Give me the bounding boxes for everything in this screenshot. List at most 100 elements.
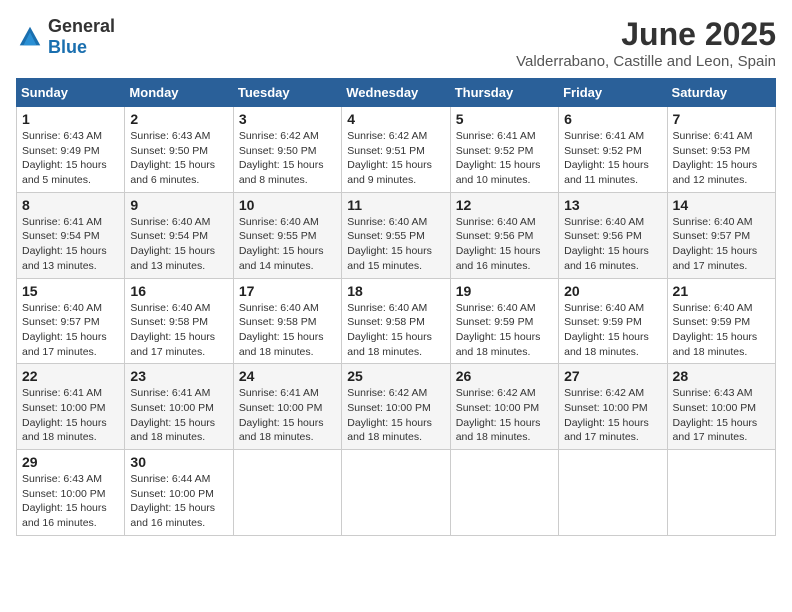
logo-text: General Blue — [48, 16, 115, 58]
calendar-cell: 13 Sunrise: 6:40 AMSunset: 9:56 PMDayligh… — [559, 192, 667, 278]
calendar-cell: 27Sunrise: 6:42 AMSunset: 10:00 PMDaylig… — [559, 364, 667, 450]
calendar-cell — [667, 450, 775, 536]
calendar-cell: 11 Sunrise: 6:40 AMSunset: 9:55 PMDayligh… — [342, 192, 450, 278]
day-number: 21 — [673, 283, 770, 299]
day-info: Sunrise: 6:40 AMSunset: 9:56 PMDaylight:… — [564, 215, 661, 274]
calendar-cell: 25 Sunrise: 6:42 AMSunset: 10:00 PMDaylig… — [342, 364, 450, 450]
day-info: Sunrise: 6:40 AMSunset: 9:58 PMDaylight:… — [347, 301, 444, 360]
calendar-cell — [342, 450, 450, 536]
day-info: Sunrise: 6:42 AMSunset: 9:51 PMDaylight:… — [347, 129, 444, 188]
day-number: 8 — [22, 197, 119, 213]
day-info: Sunrise: 6:41 AMSunset: 10:00 PMDaylight… — [22, 386, 119, 445]
day-number: 1 — [22, 111, 119, 127]
calendar-cell: 10Sunrise: 6:40 AMSunset: 9:55 PMDayligh… — [233, 192, 341, 278]
day-info: Sunrise: 6:41 AMSunset: 9:52 PMDaylight:… — [564, 129, 661, 188]
weekday-header-sunday: Sunday — [17, 79, 125, 107]
calendar-header-row: SundayMondayTuesdayWednesdayThursdayFrid… — [17, 79, 776, 107]
main-title: June 2025 — [516, 16, 776, 53]
day-number: 2 — [130, 111, 227, 127]
calendar-week-1: 1 Sunrise: 6:43 AMSunset: 9:49 PMDaylight… — [17, 107, 776, 193]
day-number: 19 — [456, 283, 553, 299]
calendar-cell: 29 Sunrise: 6:43 AMSunset: 10:00 PMDaylig… — [17, 450, 125, 536]
logo-icon — [16, 23, 44, 51]
day-number: 16 — [130, 283, 227, 299]
day-number: 5 — [456, 111, 553, 127]
day-number: 14 — [673, 197, 770, 213]
calendar-week-3: 15 Sunrise: 6:40 AMSunset: 9:57 PMDayligh… — [17, 278, 776, 364]
day-info: Sunrise: 6:41 AMSunset: 9:53 PMDaylight:… — [673, 129, 770, 188]
weekday-header-saturday: Saturday — [667, 79, 775, 107]
day-number: 28 — [673, 368, 770, 384]
calendar-cell: 22 Sunrise: 6:41 AMSunset: 10:00 PMDaylig… — [17, 364, 125, 450]
calendar-cell — [233, 450, 341, 536]
day-info: Sunrise: 6:41 AMSunset: 10:00 PMDaylight… — [130, 386, 227, 445]
day-info: Sunrise: 6:40 AMSunset: 9:59 PMDaylight:… — [564, 301, 661, 360]
day-info: Sunrise: 6:40 AMSunset: 9:58 PMDaylight:… — [130, 301, 227, 360]
day-info: Sunrise: 6:43 AMSunset: 9:50 PMDaylight:… — [130, 129, 227, 188]
calendar-week-4: 22 Sunrise: 6:41 AMSunset: 10:00 PMDaylig… — [17, 364, 776, 450]
day-info: Sunrise: 6:40 AMSunset: 9:57 PMDaylight:… — [22, 301, 119, 360]
calendar-cell: 15 Sunrise: 6:40 AMSunset: 9:57 PMDayligh… — [17, 278, 125, 364]
day-number: 22 — [22, 368, 119, 384]
calendar-cell: 8 Sunrise: 6:41 AMSunset: 9:54 PMDaylight… — [17, 192, 125, 278]
weekday-header-monday: Monday — [125, 79, 233, 107]
day-info: Sunrise: 6:40 AMSunset: 9:54 PMDaylight:… — [130, 215, 227, 274]
weekday-header-thursday: Thursday — [450, 79, 558, 107]
calendar-cell: 9Sunrise: 6:40 AMSunset: 9:54 PMDaylight… — [125, 192, 233, 278]
calendar-cell: 4Sunrise: 6:42 AMSunset: 9:51 PMDaylight… — [342, 107, 450, 193]
day-info: Sunrise: 6:40 AMSunset: 9:59 PMDaylight:… — [673, 301, 770, 360]
day-info: Sunrise: 6:41 AMSunset: 9:52 PMDaylight:… — [456, 129, 553, 188]
day-info: Sunrise: 6:44 AMSunset: 10:00 PMDaylight… — [130, 472, 227, 531]
day-number: 30 — [130, 454, 227, 470]
calendar-cell: 16 Sunrise: 6:40 AMSunset: 9:58 PMDayligh… — [125, 278, 233, 364]
calendar-cell — [559, 450, 667, 536]
day-number: 20 — [564, 283, 661, 299]
day-info: Sunrise: 6:40 AMSunset: 9:57 PMDaylight:… — [673, 215, 770, 274]
day-info: Sunrise: 6:42 AMSunset: 10:00 PMDaylight… — [347, 386, 444, 445]
day-info: Sunrise: 6:43 AMSunset: 10:00 PMDaylight… — [22, 472, 119, 531]
page-header: General Blue June 2025 Valderrabano, Cas… — [16, 16, 776, 70]
day-number: 13 — [564, 197, 661, 213]
calendar-week-5: 29 Sunrise: 6:43 AMSunset: 10:00 PMDaylig… — [17, 450, 776, 536]
calendar-cell: 24Sunrise: 6:41 AMSunset: 10:00 PMDaylig… — [233, 364, 341, 450]
day-info: Sunrise: 6:40 AMSunset: 9:58 PMDaylight:… — [239, 301, 336, 360]
day-info: Sunrise: 6:43 AMSunset: 10:00 PMDaylight… — [673, 386, 770, 445]
logo-general: General — [48, 16, 115, 36]
day-number: 29 — [22, 454, 119, 470]
calendar-cell: 3Sunrise: 6:42 AMSunset: 9:50 PMDaylight… — [233, 107, 341, 193]
day-info: Sunrise: 6:41 AMSunset: 10:00 PMDaylight… — [239, 386, 336, 445]
calendar-cell: 21 Sunrise: 6:40 AMSunset: 9:59 PMDayligh… — [667, 278, 775, 364]
day-number: 10 — [239, 197, 336, 213]
day-number: 17 — [239, 283, 336, 299]
day-info: Sunrise: 6:41 AMSunset: 9:54 PMDaylight:… — [22, 215, 119, 274]
calendar-cell: 12Sunrise: 6:40 AMSunset: 9:56 PMDayligh… — [450, 192, 558, 278]
calendar-cell: 30 Sunrise: 6:44 AMSunset: 10:00 PMDaylig… — [125, 450, 233, 536]
day-info: Sunrise: 6:40 AMSunset: 9:59 PMDaylight:… — [456, 301, 553, 360]
day-info: Sunrise: 6:40 AMSunset: 9:55 PMDaylight:… — [347, 215, 444, 274]
calendar-cell: 18 Sunrise: 6:40 AMSunset: 9:58 PMDayligh… — [342, 278, 450, 364]
day-number: 6 — [564, 111, 661, 127]
day-info: Sunrise: 6:43 AMSunset: 9:49 PMDaylight:… — [22, 129, 119, 188]
subtitle: Valderrabano, Castille and Leon, Spain — [516, 53, 776, 70]
calendar-cell: 6 Sunrise: 6:41 AMSunset: 9:52 PMDaylight… — [559, 107, 667, 193]
weekday-header-tuesday: Tuesday — [233, 79, 341, 107]
day-number: 26 — [456, 368, 553, 384]
day-number: 18 — [347, 283, 444, 299]
day-number: 27 — [564, 368, 661, 384]
logo-blue: Blue — [48, 37, 87, 57]
calendar-week-2: 8 Sunrise: 6:41 AMSunset: 9:54 PMDaylight… — [17, 192, 776, 278]
weekday-header-wednesday: Wednesday — [342, 79, 450, 107]
calendar-cell: 19 Sunrise: 6:40 AMSunset: 9:59 PMDayligh… — [450, 278, 558, 364]
title-block: June 2025 Valderrabano, Castille and Leo… — [516, 16, 776, 70]
day-number: 25 — [347, 368, 444, 384]
calendar-cell: 14 Sunrise: 6:40 AMSunset: 9:57 PMDayligh… — [667, 192, 775, 278]
calendar-cell: 28 Sunrise: 6:43 AMSunset: 10:00 PMDaylig… — [667, 364, 775, 450]
calendar-cell — [450, 450, 558, 536]
calendar-cell: 20 Sunrise: 6:40 AMSunset: 9:59 PMDayligh… — [559, 278, 667, 364]
day-number: 11 — [347, 197, 444, 213]
day-number: 3 — [239, 111, 336, 127]
calendar-cell: 2 Sunrise: 6:43 AMSunset: 9:50 PMDaylight… — [125, 107, 233, 193]
logo: General Blue — [16, 16, 115, 58]
day-number: 15 — [22, 283, 119, 299]
calendar-cell: 26Sunrise: 6:42 AMSunset: 10:00 PMDaylig… — [450, 364, 558, 450]
